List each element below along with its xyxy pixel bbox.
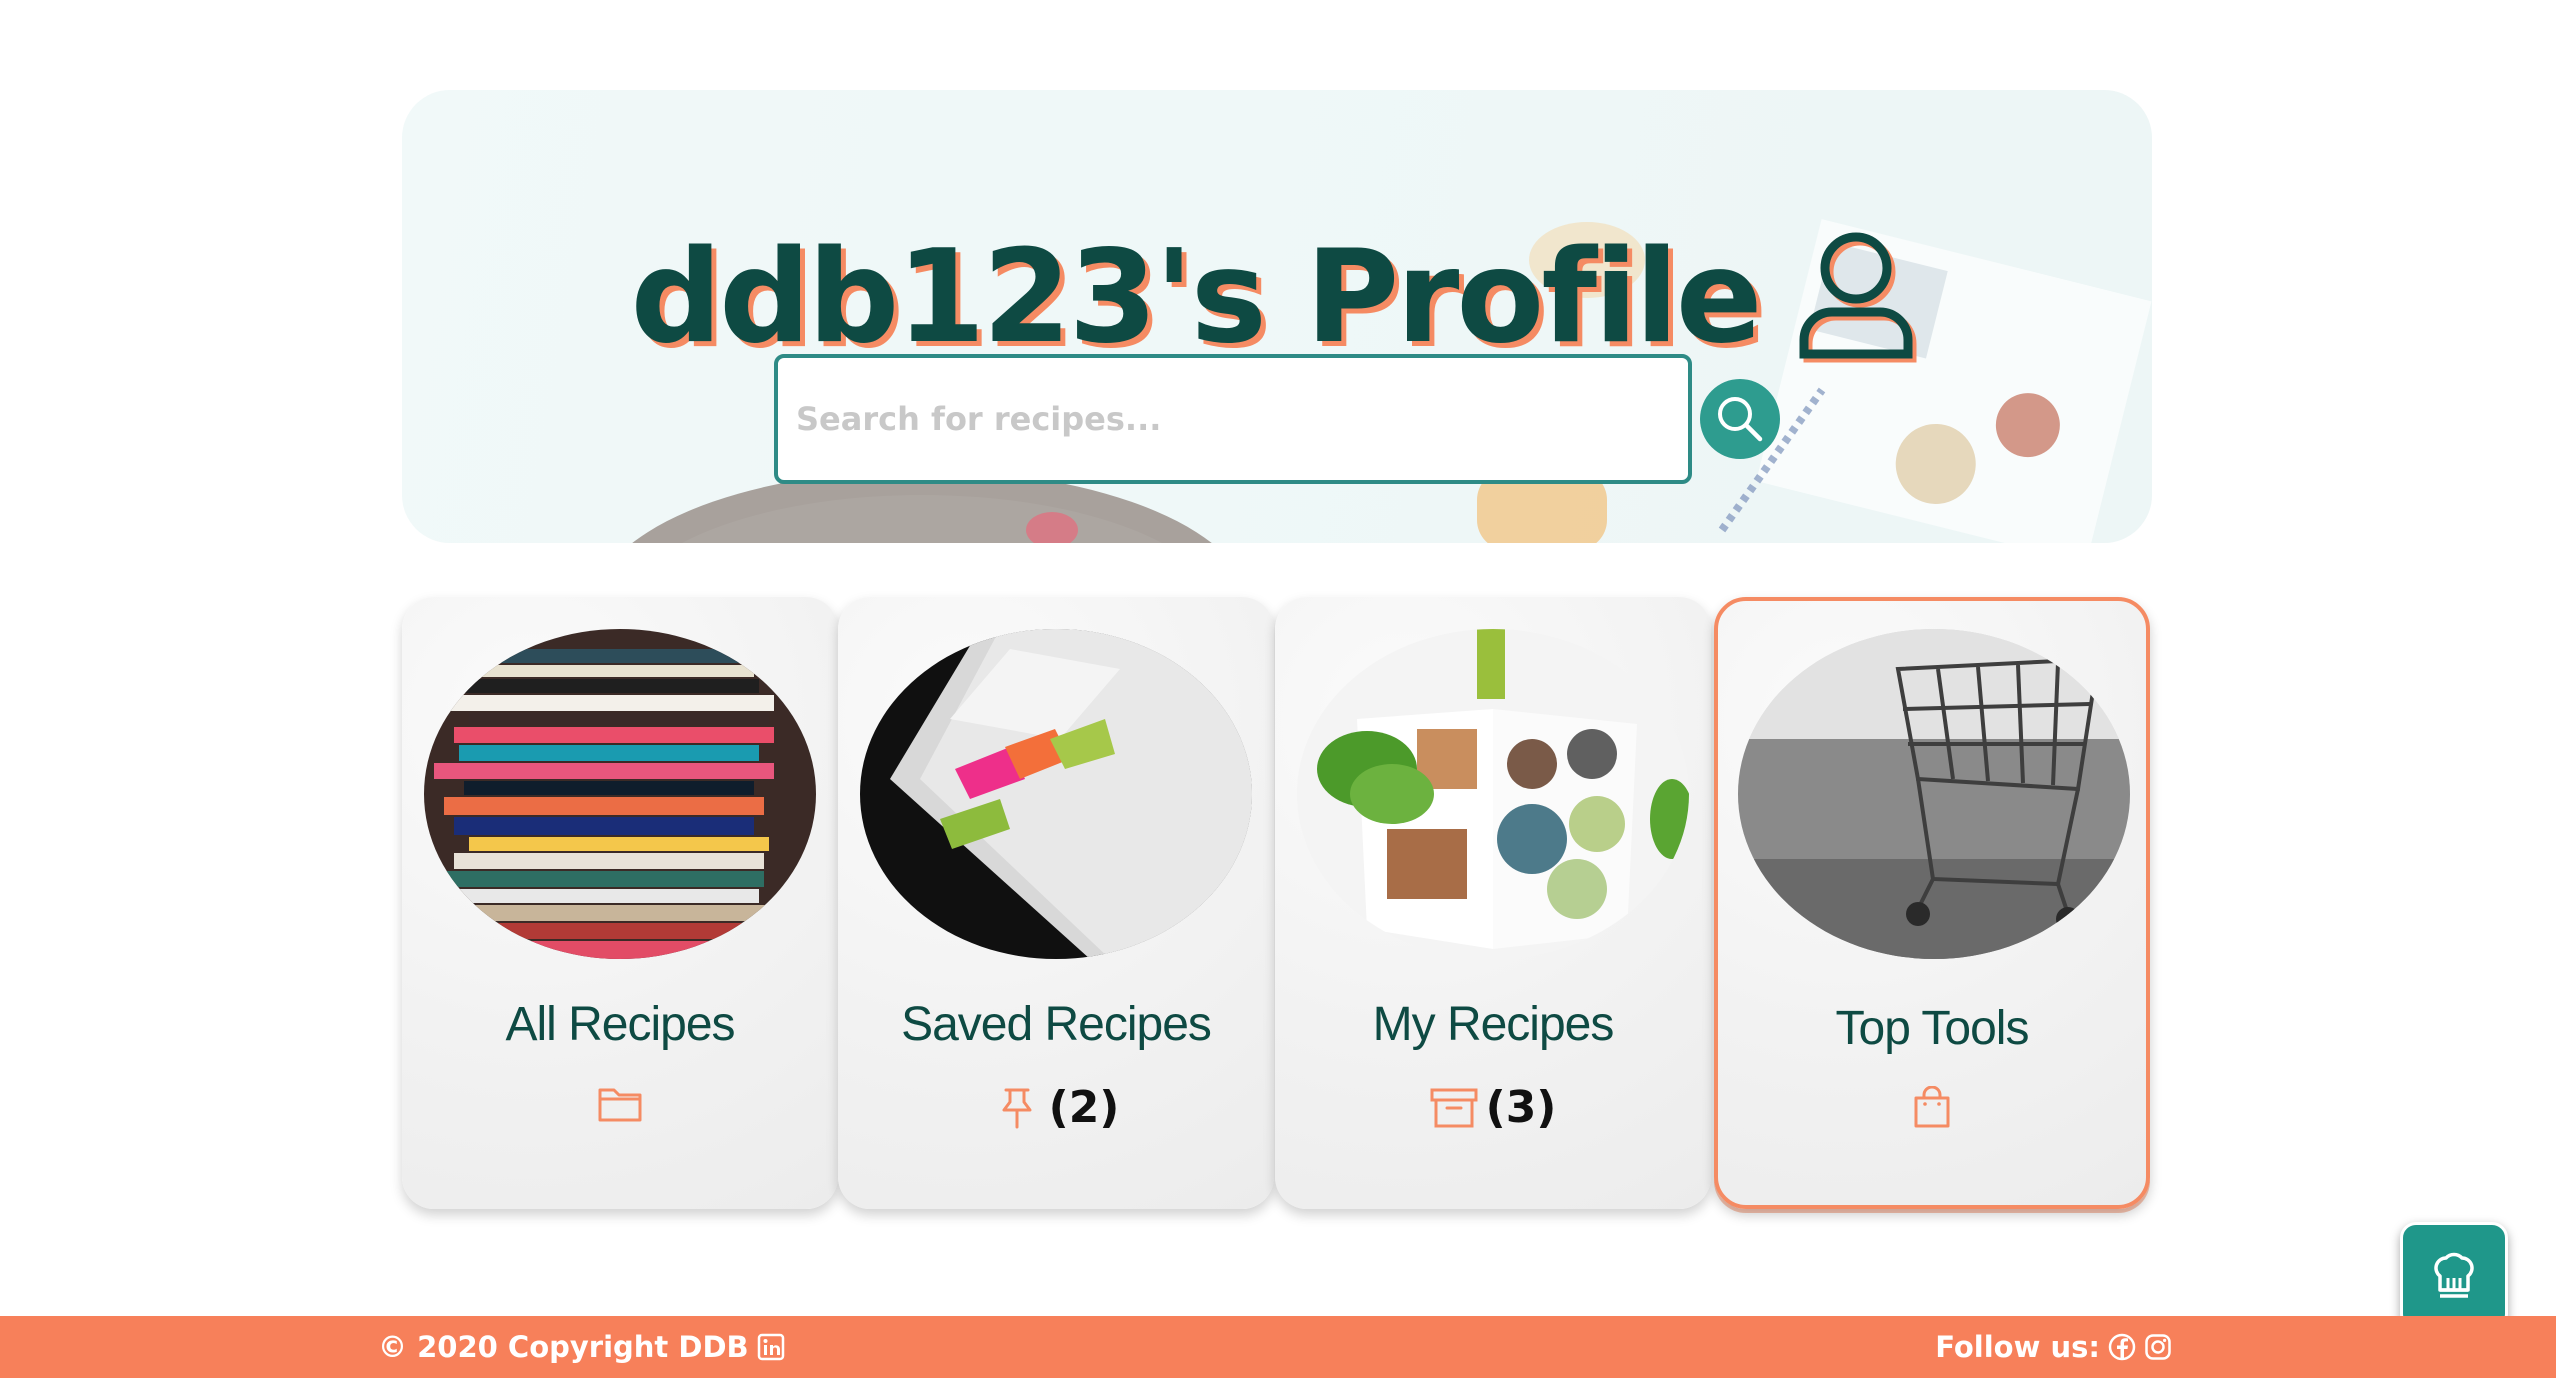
profile-title-row: ddb123's Profile [402, 230, 2152, 366]
search-bar [774, 354, 1780, 484]
footer-copyright: © 2020 Copyright DDB [378, 1316, 785, 1378]
card-meta: (2) [838, 1082, 1274, 1133]
chef-hat-icon [2434, 1252, 2474, 1298]
card-title: Saved Recipes [901, 998, 1212, 1051]
card-meta [1718, 1086, 2146, 1130]
follow-us-label: Follow us: [1935, 1330, 2100, 1364]
footer: © 2020 Copyright DDB Follow us: [0, 1316, 2556, 1378]
instagram-icon[interactable] [2144, 1333, 2172, 1361]
search-icon [1718, 397, 1763, 442]
search-button[interactable] [1700, 379, 1780, 459]
card-meta [402, 1082, 838, 1126]
saved-recipes-count: (2) [1048, 1082, 1120, 1133]
profile-hero-banner: ddb123's Profile [402, 90, 2152, 543]
all-recipes-image [424, 629, 816, 959]
card-meta: (3) [1275, 1082, 1711, 1133]
card-title: All Recipes [505, 998, 735, 1051]
chef-hat-button[interactable] [2400, 1222, 2508, 1330]
card-title: My Recipes [1372, 998, 1615, 1051]
profile-page: ddb123's Profile Search for recipes... A… [0, 0, 2556, 1378]
card-title: Top Tools [1835, 1002, 2030, 1055]
my-recipes-count: (3) [1485, 1082, 1557, 1133]
my-recipes-card[interactable]: My Recipes (3) [1275, 597, 1711, 1209]
copyright-text: © 2020 Copyright DDB [378, 1330, 749, 1364]
archive-box-icon [1430, 1088, 1478, 1127]
pin-icon [1002, 1088, 1032, 1128]
user-icon [1799, 232, 1917, 363]
top-tools-card[interactable]: Top Tools [1714, 597, 2150, 1209]
search-input[interactable] [774, 354, 1692, 484]
shopping-bag-icon [1914, 1086, 1950, 1128]
saved-recipes-image [860, 629, 1252, 959]
all-recipes-card[interactable]: All Recipes [402, 597, 838, 1209]
facebook-icon[interactable] [2108, 1333, 2136, 1361]
linkedin-icon[interactable] [757, 1333, 785, 1361]
my-recipes-image [1297, 629, 1689, 959]
saved-recipes-card[interactable]: Saved Recipes (2) [838, 597, 1274, 1209]
top-tools-image [1738, 629, 2130, 959]
profile-title: ddb123's Profile [630, 223, 1762, 372]
footer-social: Follow us: [1935, 1316, 2172, 1378]
folder-icon [598, 1088, 642, 1122]
